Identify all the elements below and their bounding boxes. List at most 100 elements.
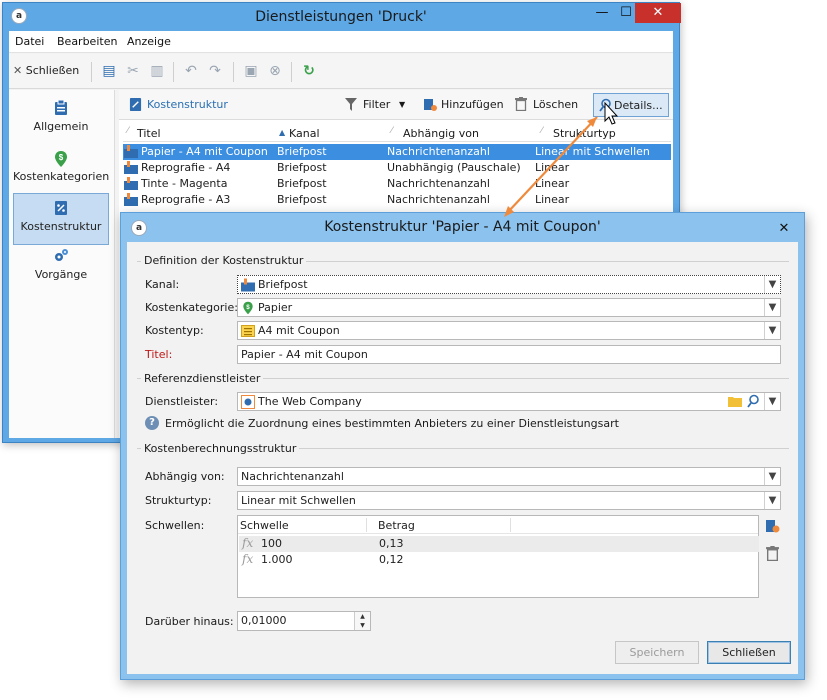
chevron-down-icon[interactable]: ▼ (764, 393, 780, 410)
structure-type-value: Linear mit Schwellen (241, 494, 356, 507)
mail-channel-icon (124, 161, 138, 174)
above-label: Darüber hinaus: (145, 615, 234, 628)
channel-label: Kanal: (145, 278, 180, 291)
cell-title: Papier - A4 mit Coupon (141, 145, 268, 158)
details-button[interactable]: Details... (593, 93, 669, 117)
provider-select[interactable]: The Web Company ▼ (237, 392, 781, 411)
cut-icon[interactable]: ✂ (125, 63, 141, 79)
spinner-arrows-icon[interactable]: ▲ ▼ (354, 612, 370, 630)
cost-structure-dialog: a Kostenstruktur 'Papier - A4 mit Coupon… (120, 212, 805, 680)
cost-type-select[interactable]: A4 mit Coupon ▼ (237, 321, 781, 340)
undo-icon[interactable]: ↶ (183, 63, 199, 79)
cell-channel: Briefpost (277, 161, 327, 174)
menu-datei[interactable]: Datei (15, 35, 44, 48)
details-label: Details... (614, 99, 663, 112)
close-button[interactable]: Schließen (707, 641, 791, 664)
toolbar-close-button[interactable]: ✕ Schließen (13, 64, 79, 77)
add-button[interactable]: Hinzufügen (441, 98, 504, 111)
nav-item-kostenstruktur[interactable]: Kostenstruktur (13, 193, 109, 245)
chevron-down-icon[interactable]: ▼ (764, 468, 780, 485)
column-header-threshold[interactable]: Schwelle (240, 519, 289, 532)
cell-threshold: 1.000 (261, 553, 293, 566)
save-button[interactable]: Speichern (615, 641, 699, 664)
delete-button[interactable]: Löschen (533, 98, 578, 111)
list-icon (241, 325, 255, 337)
filter-dropdown-icon[interactable]: ▼ (399, 100, 405, 109)
cell-amount: 0,12 (379, 553, 404, 566)
minimize-button[interactable]: — (587, 3, 617, 23)
delete-icon[interactable]: ▥ (149, 63, 165, 79)
maximize-button[interactable]: ☐ (617, 3, 635, 23)
provider-icon (241, 395, 255, 409)
clipboard-icon (53, 99, 69, 118)
main-window-title: Dienstleistungen 'Druck' (255, 9, 427, 25)
menu-bar: Datei Bearbeiten Anzeige (9, 31, 673, 53)
menu-bearbeiten[interactable]: Bearbeiten (57, 35, 117, 48)
add-threshold-icon[interactable] (765, 518, 780, 537)
provider-value: The Web Company (258, 395, 362, 408)
refresh-icon[interactable]: ↻ (301, 63, 317, 79)
depends-select[interactable]: Nachrichtenanzahl ▼ (237, 467, 781, 486)
column-header-channel[interactable]: Kanal (289, 127, 320, 140)
list-header: ⁄ Titel ▲ Kanal ⁄ Abhängig von ⁄ Struktu… (123, 124, 671, 142)
toolbar-divider (91, 62, 92, 82)
table-row[interactable]: Reprografie - A3 Briefpost Nachrichtenan… (123, 192, 671, 208)
cell-depends: Nachrichtenanzahl (387, 193, 490, 206)
magnifier-icon (599, 98, 612, 115)
structure-type-select[interactable]: Linear mit Schwellen ▼ (237, 491, 781, 510)
cell-threshold: 100 (261, 537, 282, 550)
cell-type: Linear mit Schwellen (535, 145, 650, 158)
column-header-amount[interactable]: Betrag (378, 519, 415, 532)
mail-channel-icon (241, 278, 255, 292)
left-nav: Allgemein $ Kostenkategorien Kostenstruk… (9, 90, 115, 438)
redo-icon[interactable]: ↷ (207, 63, 223, 79)
sort-handle-icon: ⁄ (127, 126, 129, 136)
section-calc-title: Kostenberechnungsstruktur (141, 442, 300, 455)
trash-icon[interactable] (766, 546, 779, 564)
depends-value: Nachrichtenanzahl (241, 470, 344, 483)
nav-item-vorgaenge[interactable]: Vorgänge (13, 242, 109, 294)
title-input[interactable]: Papier - A4 mit Coupon (237, 345, 781, 364)
save-icon[interactable]: ▣ (243, 63, 259, 79)
dialog-close-button[interactable]: ✕ (771, 219, 797, 239)
column-header-depends[interactable]: Abhängig von (403, 127, 479, 140)
table-row[interactable]: fx 100 0,13 (239, 536, 759, 552)
cell-depends: Nachrichtenanzahl (387, 177, 490, 190)
cell-title: Tinte - Magenta (141, 177, 228, 190)
chevron-down-icon[interactable]: ▼ (764, 299, 780, 316)
table-row[interactable]: fx 1.000 0,12 (239, 552, 759, 568)
chevron-down-icon[interactable]: ▼ (764, 276, 780, 293)
category-select[interactable]: $ Papier ▼ (237, 298, 781, 317)
cell-type: Linear (535, 193, 570, 206)
cell-channel: Briefpost (277, 177, 327, 190)
depends-label: Abhängig von: (145, 470, 225, 483)
filter-button[interactable]: Filter (363, 98, 390, 111)
thresholds-label: Schwellen: (145, 519, 205, 532)
table-row[interactable]: Tinte - Magenta Briefpost Nachrichtenanz… (123, 176, 671, 192)
cost-structure-icon (129, 97, 142, 115)
cell-amount: 0,13 (379, 537, 404, 550)
chevron-down-icon[interactable]: ▼ (764, 322, 780, 339)
channel-select[interactable]: Briefpost ▼ (237, 275, 781, 294)
formula-icon: fx (242, 552, 254, 566)
cell-depends: Nachrichtenanzahl (387, 145, 490, 158)
chevron-down-icon[interactable]: ▼ (764, 492, 780, 509)
column-header-type[interactable]: Strukturtyp (553, 127, 616, 140)
table-row[interactable]: Reprografie - A4 Briefpost Unabhängig (P… (123, 160, 671, 176)
menu-anzeige[interactable]: Anzeige (127, 35, 171, 48)
magnifier-icon[interactable] (747, 394, 760, 411)
paste-icon[interactable]: ▤ (101, 63, 117, 79)
folder-icon[interactable] (728, 395, 742, 410)
main-titlebar[interactable]: a Dienstleistungen 'Druck' — ☐ ✕ (3, 3, 681, 31)
table-row[interactable]: Papier - A4 mit Coupon Briefpost Nachric… (123, 144, 671, 160)
trash-icon (515, 97, 527, 114)
window-close-button[interactable]: ✕ (635, 3, 681, 23)
above-value-stepper[interactable]: 0,01000 ▲ ▼ (237, 611, 371, 631)
cancel-icon[interactable]: ⊗ (267, 63, 283, 79)
column-divider (366, 518, 367, 532)
provider-label: Dienstleister: (145, 395, 219, 408)
nav-item-allgemein[interactable]: Allgemein (13, 94, 109, 146)
nav-item-kostenkategorien[interactable]: $ Kostenkategorien (13, 144, 109, 196)
section-definition-title: Definition der Kostenstruktur (141, 254, 307, 267)
column-header-title[interactable]: Titel (137, 127, 161, 140)
